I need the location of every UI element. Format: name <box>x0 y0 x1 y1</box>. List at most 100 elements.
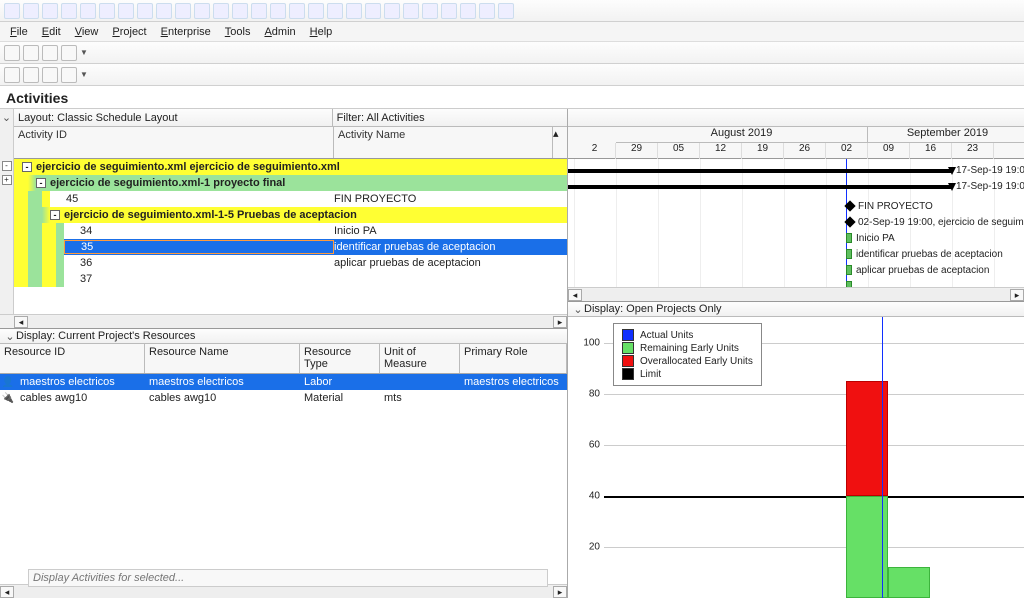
menu-edit[interactable]: Edit <box>36 24 67 40</box>
activity-id: 34 <box>64 225 334 237</box>
tb-icon[interactable] <box>80 3 96 19</box>
gutter-btn[interactable]: + <box>2 175 12 185</box>
wbs-row[interactable]: -ejercicio de seguimiento.xml-1 proyecto… <box>14 175 567 191</box>
tb-icon[interactable] <box>23 3 39 19</box>
activity-row[interactable]: 35identificar pruebas de aceptacion <box>14 239 567 255</box>
tb-icon[interactable] <box>270 3 286 19</box>
tb-icon[interactable] <box>118 3 134 19</box>
chevron-down-icon[interactable]: ⌄ <box>572 303 584 316</box>
tb-icon[interactable] <box>498 3 514 19</box>
layout-label[interactable]: Layout: Classic Schedule Layout <box>14 112 182 124</box>
legend-swatch <box>622 355 634 367</box>
gantt-event[interactable]: 02-Sep-19 19:00, ejercicio de seguimient… <box>846 217 1024 228</box>
tb-icon[interactable] <box>308 3 324 19</box>
tb-icon[interactable] <box>175 3 191 19</box>
tb-mail-icon[interactable] <box>61 45 77 61</box>
chart-legend: Actual UnitsRemaining Early UnitsOverall… <box>613 323 762 386</box>
col-res-uom[interactable]: Unit of Measure <box>380 344 460 373</box>
chart-display-label[interactable]: Display: Open Projects Only <box>584 303 722 315</box>
tb-mail-icon[interactable] <box>4 45 20 61</box>
y-tick: 60 <box>589 439 600 450</box>
activity-name: aplicar pruebas de aceptacion <box>334 257 481 269</box>
tb-icon[interactable] <box>365 3 381 19</box>
activity-id: 45 <box>50 193 334 205</box>
activity-name: Inicio PA <box>334 225 377 237</box>
col-activity-id[interactable]: Activity ID <box>14 127 334 158</box>
diamond-icon <box>844 217 855 228</box>
tb-icon[interactable] <box>327 3 343 19</box>
tb-icon[interactable] <box>479 3 495 19</box>
gutter-btn[interactable]: - <box>2 161 12 171</box>
tb-icon[interactable] <box>403 3 419 19</box>
tb-icon[interactable] <box>23 67 39 83</box>
resource-row[interactable]: 👤maestros electricosmaestros electricosL… <box>0 374 567 390</box>
chevron-down-icon[interactable]: ⌄ <box>4 330 16 343</box>
hscroll-activities[interactable]: ◂▸ <box>0 314 567 328</box>
tb-icon[interactable] <box>99 3 115 19</box>
tb-icon[interactable] <box>422 3 438 19</box>
gantt-date-label: 17-Sep-19 19:00 <box>956 181 1024 192</box>
res-role: maestros electricos <box>460 376 564 388</box>
expander-icon[interactable]: - <box>50 210 60 220</box>
tb-icon[interactable] <box>441 3 457 19</box>
display-activities-input[interactable] <box>28 569 548 587</box>
col-res-type[interactable]: Resource Type <box>300 344 380 373</box>
gantt-event[interactable]: identificar pruebas de aceptacion <box>846 249 1003 260</box>
tb-icon[interactable] <box>4 67 20 83</box>
timeline-day: 05 <box>658 143 700 159</box>
wbs-row[interactable]: -ejercicio de seguimiento.xml-1-5 Prueba… <box>14 207 567 223</box>
gantt-event[interactable] <box>846 281 856 287</box>
timeline-day: 23 <box>952 143 994 159</box>
tb-icon[interactable] <box>61 67 77 83</box>
gantt-bar[interactable] <box>568 185 952 189</box>
activity-row[interactable]: 45FIN PROYECTO <box>14 191 567 207</box>
col-res-id[interactable]: Resource ID <box>0 344 145 373</box>
expander-icon[interactable]: - <box>22 162 32 172</box>
col-res-name[interactable]: Resource Name <box>145 344 300 373</box>
menu-help[interactable]: Help <box>304 24 339 40</box>
menu-project[interactable]: Project <box>106 24 152 40</box>
tb-icon[interactable] <box>460 3 476 19</box>
tb-icon[interactable] <box>346 3 362 19</box>
legend-label: Actual Units <box>640 330 693 341</box>
gantt-bar[interactable] <box>568 169 952 173</box>
tb-icon[interactable] <box>156 3 172 19</box>
gantt-event[interactable]: FIN PROYECTO <box>846 201 933 212</box>
timeline-day: 16 <box>910 143 952 159</box>
tb-icon[interactable] <box>384 3 400 19</box>
tb-icon[interactable] <box>4 3 20 19</box>
tb-mail-icon[interactable] <box>23 45 39 61</box>
tb-icon[interactable] <box>232 3 248 19</box>
col-res-role[interactable]: Primary Role <box>460 344 567 373</box>
hscroll-gantt[interactable]: ◂▸ <box>568 287 1024 301</box>
menu-admin[interactable]: Admin <box>258 24 301 40</box>
tb-icon[interactable] <box>213 3 229 19</box>
tb-icon[interactable] <box>251 3 267 19</box>
tb-icon[interactable] <box>61 3 77 19</box>
timeline-day: 12 <box>700 143 742 159</box>
activity-row[interactable]: 34Inicio PA <box>14 223 567 239</box>
activity-row[interactable]: 37 <box>14 271 567 287</box>
menu-enterprise[interactable]: Enterprise <box>155 24 217 40</box>
tb-icon[interactable] <box>194 3 210 19</box>
tb-icon[interactable] <box>42 67 58 83</box>
menu-file[interactable]: File <box>4 24 34 40</box>
expander-icon[interactable]: - <box>36 178 46 188</box>
resource-display-label[interactable]: Display: Current Project's Resources <box>16 330 195 342</box>
menu-view[interactable]: View <box>69 24 105 40</box>
wbs-row[interactable]: -ejercicio de seguimiento.xml ejercicio … <box>14 159 567 175</box>
tb-icon[interactable] <box>137 3 153 19</box>
scroll-up-icon[interactable]: ▴ <box>553 127 567 140</box>
filter-label[interactable]: Filter: All Activities <box>333 112 429 124</box>
col-activity-name[interactable]: Activity Name <box>334 127 553 158</box>
chevron-down-icon[interactable]: ⌄ <box>1 111 13 124</box>
gantt-event[interactable]: Inicio PA <box>846 233 895 244</box>
tb-mail-icon[interactable] <box>42 45 58 61</box>
resource-row[interactable]: 🔌cables awg10cables awg10Materialmts <box>0 390 567 406</box>
tb-icon[interactable] <box>42 3 58 19</box>
toolbar-primary <box>0 0 1024 22</box>
gantt-event[interactable]: aplicar pruebas de aceptacion <box>846 265 989 276</box>
tb-icon[interactable] <box>289 3 305 19</box>
activity-row[interactable]: 36aplicar pruebas de aceptacion <box>14 255 567 271</box>
menu-tools[interactable]: Tools <box>219 24 257 40</box>
